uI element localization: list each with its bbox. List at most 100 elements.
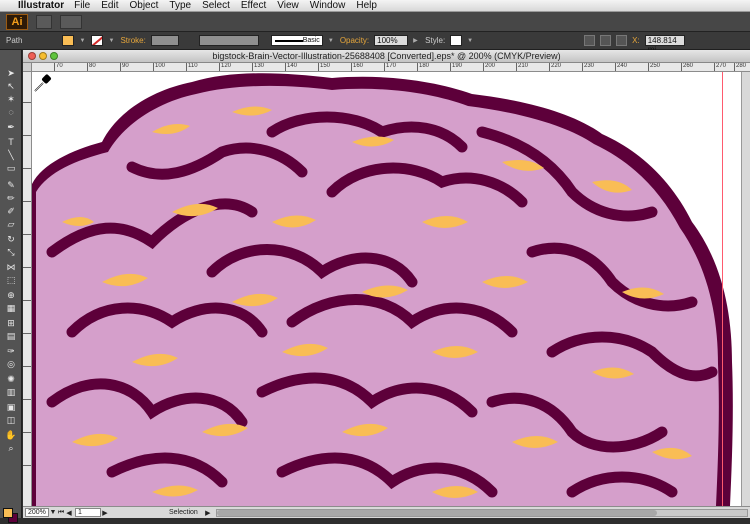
free-transform-tool-icon[interactable]: ⬚ xyxy=(4,275,18,285)
stroke-weight-field[interactable] xyxy=(150,35,179,46)
line-segment-tool-icon[interactable]: ╲ xyxy=(4,150,18,160)
menu-effect[interactable]: Effect xyxy=(241,0,266,11)
artboard-number-field[interactable]: 1 xyxy=(75,508,101,517)
chevron-down-icon[interactable]: ▼ xyxy=(108,38,115,44)
ruler-tick xyxy=(23,465,31,466)
horizontal-scroll-thumb[interactable] xyxy=(216,509,657,516)
ruler-tick xyxy=(23,399,31,400)
menu-window[interactable]: Window xyxy=(310,0,346,11)
first-artboard-icon[interactable]: ⏮ xyxy=(57,509,65,517)
zoom-tool-icon[interactable]: ⌕ xyxy=(4,443,18,453)
ruler-label: 270 xyxy=(714,63,726,71)
eraser-tool-icon[interactable]: ▱ xyxy=(4,219,18,229)
chevron-down-icon[interactable]: ▼ xyxy=(49,509,57,516)
menu-select[interactable]: Select xyxy=(202,0,230,11)
selection-tool-icon[interactable]: ➤ xyxy=(4,68,18,78)
opacity-label[interactable]: Opacity: xyxy=(340,36,369,45)
menu-file[interactable]: File xyxy=(74,0,90,11)
mesh-tool-icon[interactable]: ⊞ xyxy=(4,318,18,328)
column-graph-tool-icon[interactable]: ▥ xyxy=(4,387,18,397)
chevron-right-icon[interactable]: ▶ xyxy=(413,37,420,44)
minimize-window-icon[interactable] xyxy=(39,52,47,60)
stroke-swatch[interactable] xyxy=(91,35,104,46)
brush-definition-field[interactable]: Basic xyxy=(270,35,323,46)
rectangle-tool-icon[interactable]: ▭ xyxy=(4,163,18,173)
document-title-bar[interactable]: bigstock-Brain-Vector-Illustration-25688… xyxy=(23,50,750,63)
pen-tool-icon[interactable]: ✒ xyxy=(4,122,18,132)
align-icon[interactable] xyxy=(600,35,612,46)
ruler-tick xyxy=(23,234,31,235)
illustrator-logo: Ai xyxy=(6,13,28,30)
horizontal-scrollbar[interactable] xyxy=(215,508,748,517)
ruler-label: 190 xyxy=(450,63,462,71)
graphic-style-swatch[interactable] xyxy=(450,35,463,46)
horizontal-ruler[interactable]: 70 80 90 100 110 120 130 140 150 160 170… xyxy=(32,63,750,72)
perspective-grid-tool-icon[interactable]: ▦ xyxy=(4,303,18,313)
recolor-artwork-icon[interactable] xyxy=(584,35,596,46)
bridge-button[interactable] xyxy=(36,14,52,29)
opacity-field[interactable]: 100% xyxy=(374,35,409,46)
zoom-window-icon[interactable] xyxy=(50,52,58,60)
pencil-tool-icon[interactable]: ✏ xyxy=(4,193,18,203)
next-artboard-icon[interactable]: ▶ xyxy=(101,509,109,517)
ruler-tick xyxy=(23,102,31,103)
menu-help[interactable]: Help xyxy=(356,0,377,11)
paintbrush-tool-icon[interactable]: ✎ xyxy=(4,180,18,190)
arrange-documents-button[interactable] xyxy=(60,14,82,29)
eyedropper-icon xyxy=(34,74,51,92)
magic-wand-tool-icon[interactable]: ✶ xyxy=(4,94,18,104)
direct-selection-tool-icon[interactable]: ↖ xyxy=(4,81,18,91)
scale-tool-icon[interactable]: ⤡ xyxy=(4,247,18,257)
ruler-tick xyxy=(23,366,31,367)
menu-view[interactable]: View xyxy=(277,0,299,11)
stroke-label[interactable]: Stroke: xyxy=(120,36,145,45)
ruler-label: 260 xyxy=(681,63,693,71)
lasso-tool-icon[interactable]: ◌ xyxy=(4,107,18,117)
symbol-sprayer-tool-icon[interactable]: ✺ xyxy=(4,374,18,384)
transform-icon[interactable] xyxy=(616,35,628,46)
fill-stroke-swatches[interactable] xyxy=(3,508,19,524)
previous-artboard-icon[interactable]: ◀ xyxy=(65,509,73,517)
artboard-canvas[interactable] xyxy=(32,72,750,506)
variable-width-field[interactable] xyxy=(198,35,259,46)
shape-builder-tool-icon[interactable]: ⊕ xyxy=(4,290,18,300)
document-title: bigstock-Brain-Vector-Illustration-25688… xyxy=(212,51,561,61)
fill-swatch[interactable] xyxy=(62,35,75,46)
type-tool-icon[interactable]: T xyxy=(4,137,18,147)
blend-tool-icon[interactable]: ◎ xyxy=(4,359,18,369)
ruler-label: 220 xyxy=(549,63,561,71)
current-tool-status[interactable]: Selection xyxy=(169,509,198,516)
blob-brush-tool-icon[interactable]: ✐ xyxy=(4,206,18,216)
menu-object[interactable]: Object xyxy=(129,0,158,11)
fill-color-swatch[interactable] xyxy=(3,508,13,518)
menu-type[interactable]: Type xyxy=(169,0,191,11)
zoom-level-field[interactable]: 200% xyxy=(25,508,49,517)
eyedropper-tool-icon[interactable]: ✑ xyxy=(4,346,18,356)
app-name-menu[interactable]: Illustrator xyxy=(18,0,64,11)
gradient-tool-icon[interactable]: ▤ xyxy=(4,331,18,341)
menu-edit[interactable]: Edit xyxy=(101,0,118,11)
artboard-tool-icon[interactable]: ▣ xyxy=(4,402,18,412)
ruler-label: 110 xyxy=(186,63,198,71)
slice-tool-icon[interactable]: ◫ xyxy=(4,415,18,425)
width-tool-icon[interactable]: ⋈ xyxy=(4,262,18,272)
document-window: bigstock-Brain-Vector-Illustration-25688… xyxy=(23,50,750,518)
ruler-label: 90 xyxy=(120,63,129,71)
brain-artwork[interactable] xyxy=(32,72,750,506)
ruler-label: 180 xyxy=(417,63,429,71)
chevron-down-icon[interactable]: ▼ xyxy=(467,38,474,44)
x-position-field[interactable]: 148.814 mi xyxy=(644,35,685,54)
chevron-down-icon[interactable]: ▼ xyxy=(79,38,86,44)
ruler-label: 280 xyxy=(734,63,746,71)
ruler-tick xyxy=(23,333,31,334)
chevron-down-icon[interactable]: ▼ xyxy=(328,38,335,44)
chevron-right-icon[interactable]: ▶ xyxy=(204,509,212,517)
vertical-scrollbar[interactable] xyxy=(741,72,750,506)
application-bar: Ai xyxy=(0,12,750,32)
ruler-origin[interactable] xyxy=(23,63,32,72)
vertical-ruler[interactable] xyxy=(23,72,32,506)
x-label: X: xyxy=(632,36,640,45)
rotate-tool-icon[interactable]: ↻ xyxy=(4,234,18,244)
close-window-icon[interactable] xyxy=(28,52,36,60)
hand-tool-icon[interactable]: ✋ xyxy=(4,430,18,440)
